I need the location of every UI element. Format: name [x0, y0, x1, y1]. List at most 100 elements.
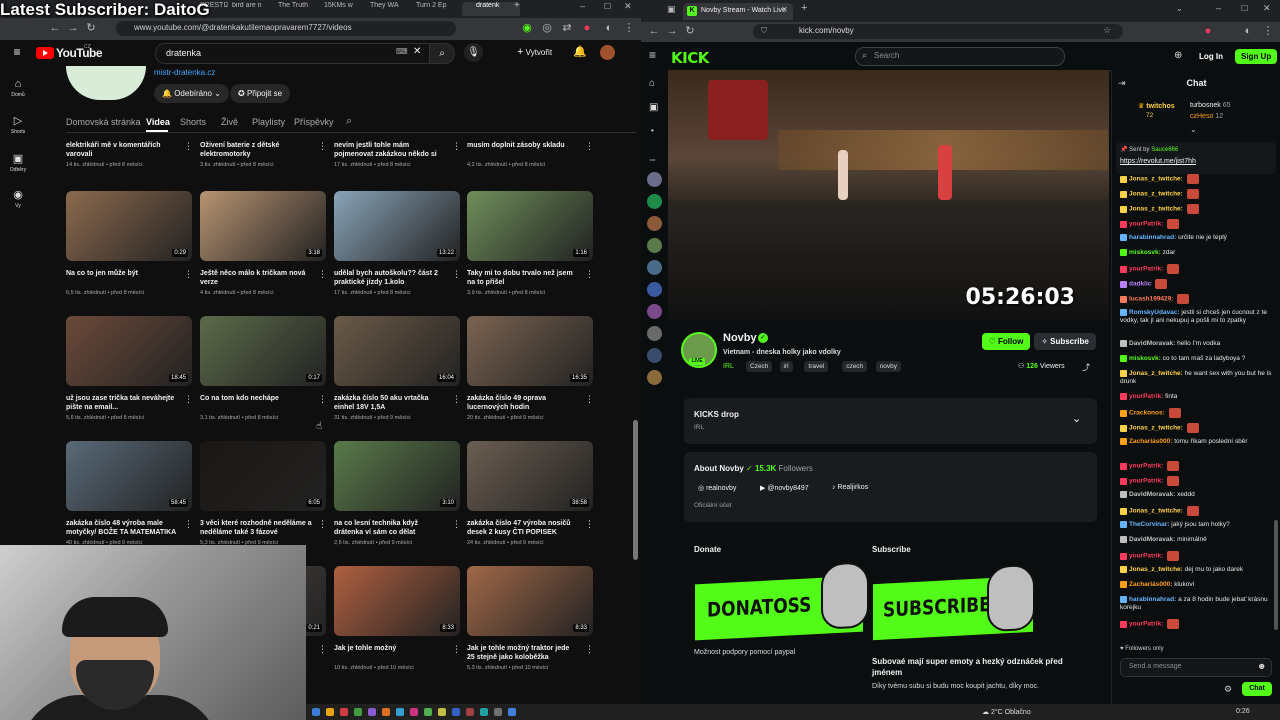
video-thumbnail[interactable]: 0:17 — [200, 316, 326, 386]
stream-tag[interactable]: irl — [779, 361, 793, 372]
avatar[interactable] — [600, 45, 615, 60]
profile-icon[interactable]: ◐ — [602, 21, 616, 35]
subscribe-button[interactable]: ✧ Subscribe — [1034, 333, 1096, 350]
channel-link[interactable]: mistr-dratenka.cz — [154, 68, 215, 77]
url-field[interactable]: ⛉ kick.com/novby ☆ — [753, 24, 1123, 39]
tab-live[interactable]: Živě — [221, 117, 238, 127]
close-window-icon[interactable]: ✕ — [1263, 3, 1271, 14]
clear-search-icon[interactable]: ✕ — [413, 46, 421, 57]
menu-icon[interactable]: ⋮ — [1261, 24, 1275, 38]
video-card[interactable]: 0:29 Na co to jen může být 6,5 tis. zhlé… — [66, 191, 193, 296]
browser-tab[interactable]: bird are n — [232, 2, 272, 16]
tab-playlists[interactable]: Playlisty — [252, 117, 285, 127]
more-options-icon[interactable]: ⋮ — [318, 269, 327, 280]
video-card[interactable]: nevím jestli tohle mám pojmenovat zakázk… — [334, 141, 461, 168]
video-thumbnail[interactable]: 8:33 — [334, 566, 460, 636]
channel-avatar[interactable] — [647, 194, 662, 209]
chat-username[interactable]: Jonas_z_twitche: — [1129, 566, 1183, 573]
stream-video-player[interactable]: 05:26:03 — [668, 70, 1109, 320]
video-card[interactable]: 0:17 Co na tom kdo nechápe 3,1 tis. zhlé… — [200, 316, 327, 421]
stream-tag[interactable]: novby — [875, 361, 902, 372]
language-globe-icon[interactable]: ⊕ — [1174, 50, 1182, 61]
following-icon[interactable]: • — [651, 126, 654, 135]
more-options-icon[interactable]: ⋮ — [318, 519, 327, 530]
new-tab-icon[interactable]: + — [514, 0, 524, 14]
browser-tab[interactable]: Turn 2 Ep — [416, 2, 456, 16]
channel-avatar[interactable] — [647, 260, 662, 275]
chat-username[interactable]: miskosvk: — [1129, 249, 1161, 256]
chat-username[interactable]: yourPatrik: — [1129, 553, 1163, 560]
join-button[interactable]: ✪ Připojit se — [230, 84, 291, 103]
more-options-icon[interactable]: ⋮ — [318, 394, 327, 405]
taskbar-app-icon[interactable] — [382, 708, 390, 716]
chat-username[interactable]: lucash199429: — [1129, 296, 1173, 303]
more-options-icon[interactable]: ⋮ — [184, 519, 193, 530]
pinned-link[interactable]: https://revolut.me/jist7hh — [1120, 158, 1196, 165]
tab-home[interactable]: Domovská stránka — [66, 117, 141, 127]
more-options-icon[interactable]: ⋮ — [452, 394, 461, 405]
browser-tab[interactable]: They WA — [370, 2, 410, 16]
chat-username[interactable]: yourPatrik: — [1129, 266, 1163, 273]
chat-username[interactable]: yourPatrik: — [1129, 221, 1163, 228]
sidebar-item-you[interactable]: ◉ Vy — [0, 188, 36, 209]
chat-username[interactable]: Zachariás000: — [1129, 438, 1172, 445]
video-card[interactable]: 8:33 Jak je tohle možný traktor jede 25 … — [467, 566, 594, 671]
more-options-icon[interactable]: ⋮ — [585, 394, 594, 405]
video-card[interactable]: 58:45 zakázka číslo 48 výroba male motyč… — [66, 441, 193, 546]
channel-avatar[interactable] — [647, 172, 662, 187]
bookmark-star-icon[interactable]: ☆ — [1103, 25, 1111, 36]
chat-username[interactable]: yourPatrik: — [1129, 393, 1163, 400]
social-tiktok[interactable]: ♪ Realjirkos — [832, 484, 868, 491]
more-options-icon[interactable]: ⋮ — [184, 394, 193, 405]
taskbar-app-icon[interactable] — [312, 708, 320, 716]
more-options-icon[interactable]: ⋮ — [452, 269, 461, 280]
follow-button[interactable]: ♡ Follow — [982, 333, 1030, 350]
search-button[interactable]: ⌕ — [429, 43, 455, 64]
video-thumbnail[interactable]: 0:29 — [66, 191, 192, 261]
expand-gifters-icon[interactable]: ⌄ — [1190, 125, 1197, 134]
taskbar-app-icon[interactable] — [354, 708, 362, 716]
minimize-icon[interactable]: – — [1216, 3, 1221, 13]
more-options-icon[interactable]: ⋮ — [452, 141, 461, 152]
video-thumbnail[interactable]: 3:18 — [200, 191, 326, 261]
donate-banner[interactable]: DONATOSS — [695, 561, 869, 641]
url-field[interactable]: www.youtube.com/@dratenkakutilemaopravar… — [116, 21, 456, 36]
extension-icon[interactable]: ● — [580, 21, 594, 35]
tab-search-icon[interactable]: ▣ — [667, 4, 676, 15]
chat-scrollbar[interactable] — [1274, 520, 1278, 630]
taskbar-app-icon[interactable] — [368, 708, 376, 716]
back-icon[interactable]: ← — [48, 21, 62, 35]
site-info-icon[interactable]: ⛉ — [761, 26, 767, 36]
taskbar-app-icon[interactable] — [424, 708, 432, 716]
more-options-icon[interactable]: ⋮ — [452, 519, 461, 530]
social-instagram[interactable]: ◎ realnovby — [698, 484, 736, 492]
chat-username[interactable]: Jonas_z_twitche: — [1129, 191, 1183, 198]
channel-avatar[interactable] — [647, 370, 662, 385]
reload-icon[interactable]: ↻ — [84, 21, 98, 35]
minimize-icon[interactable]: – — [580, 1, 590, 15]
search-input[interactable]: ⌕ Search — [855, 47, 1065, 66]
video-card[interactable]: 13:22 udělal bych autoškolu?? část 2 pra… — [334, 191, 461, 296]
more-options-icon[interactable]: ⋮ — [585, 644, 594, 655]
scrollbar-thumb[interactable] — [633, 420, 638, 560]
social-youtube[interactable]: ▶ @novby8497 — [760, 484, 809, 492]
video-thumbnail[interactable]: 1:16 — [467, 191, 593, 261]
chat-username[interactable]: DavidMoravak: — [1129, 491, 1175, 498]
video-thumbnail[interactable]: 18:45 — [66, 316, 192, 386]
chat-username[interactable]: DavidMoravak: — [1129, 340, 1175, 347]
new-tab-icon[interactable]: + — [801, 2, 807, 14]
extension-icon[interactable]: ● — [1201, 24, 1215, 38]
more-options-icon[interactable]: ⋮ — [585, 141, 594, 152]
chat-username[interactable]: RomskyUdavac: — [1129, 309, 1180, 316]
taskbar-app-icon[interactable] — [410, 708, 418, 716]
video-card[interactable]: 38:58 zakázka číslo 47 výroba nosičů des… — [467, 441, 594, 546]
taskbar-app-icon[interactable] — [466, 708, 474, 716]
search-input[interactable]: dratenka ⌨ ✕ — [155, 43, 430, 64]
chat-username[interactable]: Crackonos: — [1129, 410, 1165, 417]
expand-rail-icon[interactable]: ⇔ — [648, 154, 657, 164]
taskbar-app-icon[interactable] — [452, 708, 460, 716]
more-options-icon[interactable]: ⋮ — [585, 519, 594, 530]
chat-username[interactable]: dadklic — [1129, 281, 1151, 288]
close-window-icon[interactable]: ✕ — [624, 1, 634, 15]
chat-username[interactable]: miskosvk: — [1129, 355, 1161, 362]
